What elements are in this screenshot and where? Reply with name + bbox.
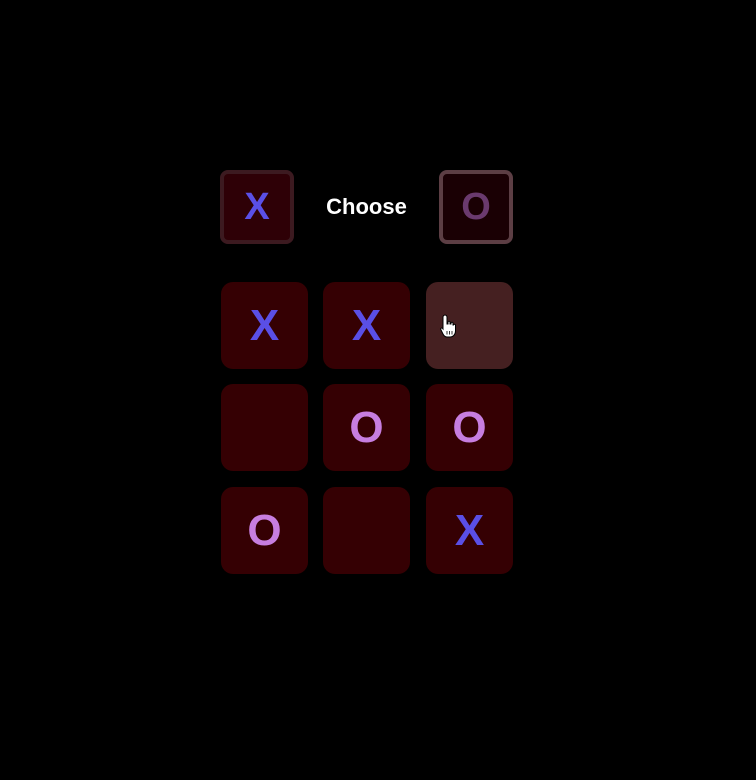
board-cell-1[interactable]: X (323, 282, 410, 369)
board-cell-6[interactable]: O (221, 487, 308, 574)
player-chooser: X Choose O (220, 170, 514, 244)
choose-o-button[interactable]: O (439, 170, 513, 244)
board-cell-3[interactable] (221, 384, 308, 471)
board-cell-4[interactable]: O (323, 384, 410, 471)
board-cell-0[interactable]: X (221, 282, 308, 369)
board-cell-7[interactable] (323, 487, 410, 574)
choose-x-button[interactable]: X (220, 170, 294, 244)
game-stage: X Choose O X X O O O X (0, 0, 756, 780)
choose-prompt: Choose (326, 194, 407, 219)
game-board: X X O O O X (221, 282, 513, 574)
board-cell-2[interactable] (426, 282, 513, 369)
board-cell-5[interactable]: O (426, 384, 513, 471)
board-cell-8[interactable]: X (426, 487, 513, 574)
